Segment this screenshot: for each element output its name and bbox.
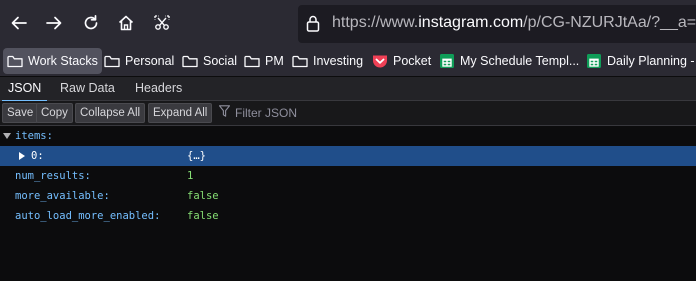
folder-icon [292,55,308,68]
url-bar[interactable]: https://www.instagram.com/p/CG-NZURJtAa/… [298,5,696,43]
filter-placeholder: Filter JSON [235,106,298,120]
collapsed-twisty-icon[interactable] [19,152,25,160]
pocket-icon [372,54,388,69]
collapse-all-button[interactable]: Collapse All [75,103,146,123]
navigation-toolbar: https://www.instagram.com/p/CG-NZURJtAa/… [0,0,696,45]
bookmark-personal[interactable]: Personal [100,48,178,74]
json-key: num_results: [15,170,91,182]
bookmark-pocket[interactable]: Pocket [368,48,435,74]
back-button[interactable] [5,9,33,37]
tree-row-num-results[interactable]: num_results: 1 [0,166,696,186]
bookmark-pm[interactable]: PM [240,48,288,74]
bookmark-label: Investing [313,53,364,68]
lock-icon [306,15,320,37]
tree-row-item-0[interactable]: 0: {…} [0,146,696,166]
url-prefix: https://www. [332,14,419,31]
bookmark-daily-planning[interactable]: Daily Planning - [582,48,696,74]
tab-headers[interactable]: Headers [129,77,188,101]
home-icon [118,15,134,31]
forward-arrow-icon [46,16,62,30]
folder-icon [182,55,198,68]
json-key: more_available: [15,190,110,202]
scissors-icon [154,15,170,30]
bookmark-label: My Schedule Templ... [460,53,580,68]
tab-raw-data[interactable]: Raw Data [54,77,121,101]
sheets-icon [439,53,455,69]
bookmark-label: Social [203,53,238,68]
json-value: 1 [187,170,194,182]
bookmark-label: Daily Planning - [607,53,695,68]
expand-all-button[interactable]: Expand All [148,103,213,123]
json-value: false [187,210,219,222]
bookmarks-toolbar: Work Stacks Personal Social PM Investing… [0,45,696,77]
home-button[interactable] [112,9,140,37]
url-text: https://www.instagram.com/p/CG-NZURJtAa/… [332,14,696,32]
save-button[interactable]: Save [2,103,39,123]
json-tree: items: 0: {…} num_results: 1 more_availa… [0,126,696,281]
tree-row-items[interactable]: items: [0,126,696,146]
bookmark-my-schedule[interactable]: My Schedule Templ... [435,48,583,74]
reload-button[interactable] [77,9,105,37]
copy-button[interactable]: Copy [36,103,73,123]
folder-icon [7,55,23,68]
bookmark-label: Work Stacks [28,53,98,68]
json-key: 0: [31,150,44,162]
sheets-icon [586,53,602,69]
json-value: false [187,190,219,202]
folder-icon [244,55,260,68]
bookmark-label: Personal [125,53,175,68]
expanded-twisty-icon[interactable] [3,133,11,139]
json-viewer-tabs: JSON Raw Data Headers [0,77,696,102]
tab-json[interactable]: JSON [2,77,48,102]
forward-button[interactable] [40,9,68,37]
folder-icon [104,55,120,68]
json-toolbar: Save Copy Collapse All Expand All Filter… [0,101,696,126]
tree-row-auto-load-more-enabled[interactable]: auto_load_more_enabled: false [0,206,696,226]
bookmark-work-stacks[interactable]: Work Stacks [3,48,102,74]
bookmark-investing[interactable]: Investing [288,48,367,74]
url-host: instagram.com [418,14,524,31]
json-key: items: [15,130,53,142]
json-key: auto_load_more_enabled: [15,210,161,222]
tree-row-more-available[interactable]: more_available: false [0,186,696,206]
bookmark-label: PM [265,53,284,68]
bookmark-social[interactable]: Social [178,48,241,74]
screenshot-button[interactable] [148,9,176,37]
back-arrow-icon [11,16,27,30]
bookmark-label: Pocket [393,53,432,68]
filter-icon [218,104,231,122]
reload-icon [84,14,98,30]
json-value: {…} [187,150,206,162]
url-path: /p/CG-NZURJtAa/?__a=1 [523,14,696,31]
filter-json-input[interactable]: Filter JSON [218,103,298,123]
